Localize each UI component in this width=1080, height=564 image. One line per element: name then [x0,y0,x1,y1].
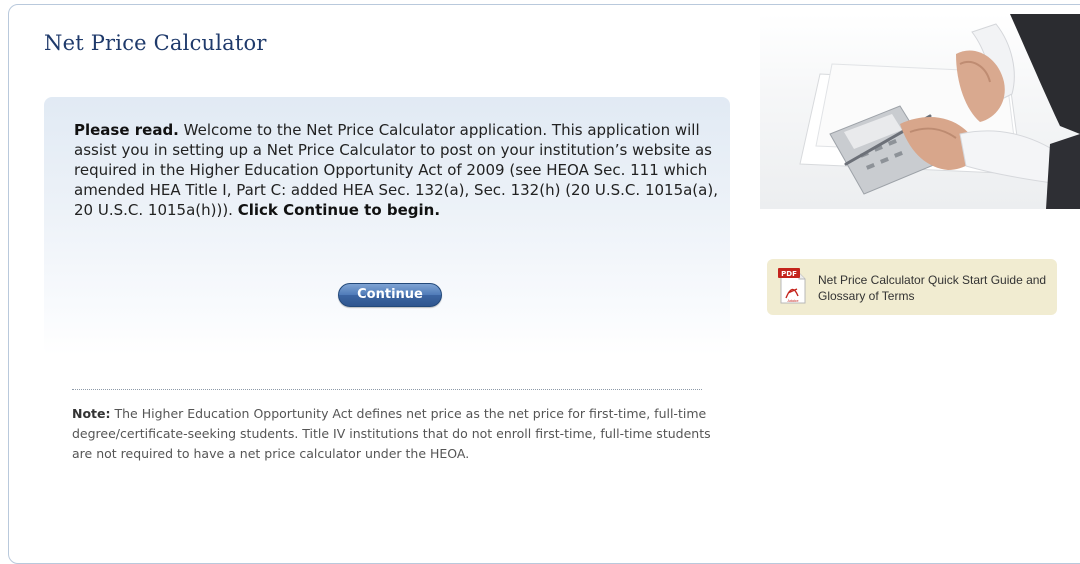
note-body: The Higher Education Opportunity Act def… [72,406,711,461]
intro-text: Please read. Welcome to the Net Price Ca… [74,120,719,220]
hero-image [760,14,1080,209]
note-lead: Note: [72,406,111,421]
pdf-document-icon: PDF Adobe [778,268,806,304]
quick-start-guide-link[interactable]: PDF Adobe Net Price Calculator Quick Sta… [767,259,1057,315]
intro-cta: Click Continue to begin. [237,201,441,219]
hero-illustration [799,14,1080,209]
guide-link-label: Net Price Calculator Quick Start Guide a… [818,273,1047,303]
note-text: Note: The Higher Education Opportunity A… [72,404,722,464]
adobe-icon-text: Adobe [787,299,798,303]
section-divider [72,389,702,390]
page-title: Net Price Calculator [44,31,267,55]
pdf-icon-text: PDF [781,270,797,278]
intro-lead: Please read. [74,121,179,139]
continue-button[interactable]: Continue [338,283,442,307]
